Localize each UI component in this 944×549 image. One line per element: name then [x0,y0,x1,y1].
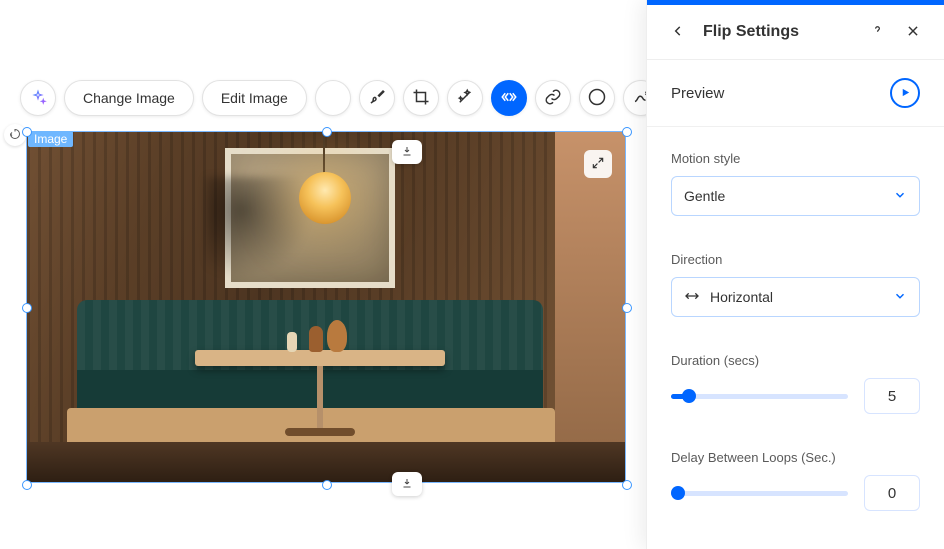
image-toolbar: Change Image Edit Image [20,80,659,116]
animation-icon [500,88,518,109]
download-bottom-button[interactable] [392,472,422,496]
preview-section: Preview [647,60,944,127]
horizontal-arrows-icon [684,288,700,307]
duration-slider[interactable] [671,387,848,405]
direction-value: Horizontal [710,289,773,305]
panel-help-button[interactable] [866,21,888,43]
resize-handle-bm[interactable] [322,480,332,490]
delay-field: Delay Between Loops (Sec.) 0 [647,432,944,529]
link-button[interactable] [535,80,571,116]
ai-sparkle-button[interactable] [20,80,56,116]
magic-wand-icon [456,88,474,109]
selected-image[interactable] [26,131,626,483]
edit-image-button[interactable]: Edit Image [202,80,307,116]
edit-image-label: Edit Image [221,90,288,106]
download-icon [401,476,413,492]
motion-style-value: Gentle [684,188,725,204]
download-icon [401,144,413,160]
resize-handle-br[interactable] [622,480,632,490]
brush-icon [368,88,386,109]
duration-slider-thumb[interactable] [682,389,696,403]
image-content [27,132,625,482]
chevron-left-icon [671,24,685,41]
direction-field: Direction Horizontal [647,234,944,335]
help-button[interactable] [579,80,615,116]
crop-icon [412,88,430,109]
selection-type-label: Image [28,131,73,147]
undo-icon [9,128,21,143]
play-icon [900,85,911,101]
preview-play-button[interactable] [890,78,920,108]
resize-handle-tm[interactable] [322,127,332,137]
link-icon [544,88,562,109]
resize-handle-ml[interactable] [22,303,32,313]
motion-style-field: Motion style Gentle [647,133,944,234]
resize-handle-mr[interactable] [622,303,632,313]
panel-back-button[interactable] [667,21,689,43]
direction-label: Direction [671,252,920,267]
expand-icon [591,156,605,173]
flip-settings-panel: Flip Settings Preview Motion style Gentl… [646,0,944,549]
duration-field: Duration (secs) 5 [647,335,944,432]
chevron-down-icon [893,289,907,306]
panel-title: Flip Settings [703,23,852,41]
crop-button[interactable] [403,80,439,116]
motion-style-label: Motion style [671,151,920,166]
download-top-button[interactable] [392,140,422,164]
change-image-button[interactable]: Change Image [64,80,194,116]
panel-close-button[interactable] [902,21,924,43]
delay-slider-thumb[interactable] [671,486,685,500]
resize-handle-tl[interactable] [22,127,32,137]
direction-select[interactable]: Horizontal [671,277,920,317]
chevron-down-icon [893,188,907,205]
change-image-label: Change Image [83,90,175,106]
duration-label: Duration (secs) [671,353,920,368]
magic-wand-button[interactable] [447,80,483,116]
panel-header: Flip Settings [647,5,944,60]
motion-style-select[interactable]: Gentle [671,176,920,216]
question-icon [870,23,885,41]
delay-slider[interactable] [671,484,848,502]
help-icon [588,88,606,109]
gear-icon [324,88,342,109]
duration-input[interactable]: 5 [864,378,920,414]
delay-label: Delay Between Loops (Sec.) [671,450,920,465]
brush-button[interactable] [359,80,395,116]
delay-input[interactable]: 0 [864,475,920,511]
settings-button[interactable] [315,80,351,116]
animation-button[interactable] [491,80,527,116]
resize-handle-tr[interactable] [622,127,632,137]
preview-label: Preview [671,85,724,102]
close-icon [906,24,920,41]
expand-button[interactable] [584,150,612,178]
resize-handle-bl[interactable] [22,480,32,490]
